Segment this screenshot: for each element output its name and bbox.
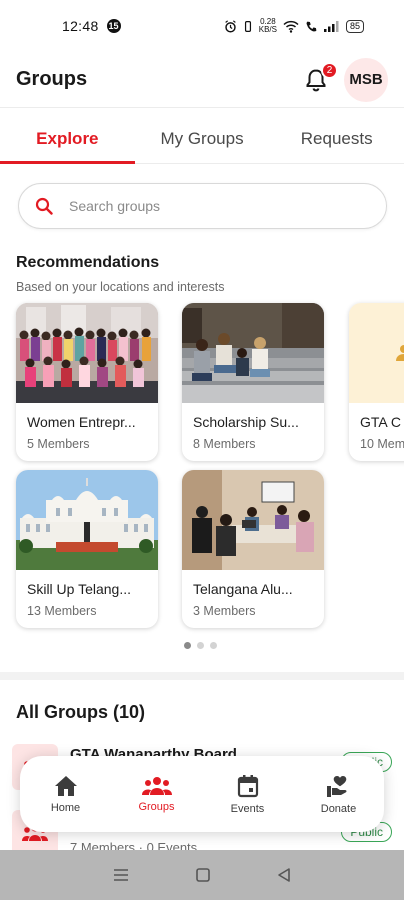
section-divider [0,672,404,680]
group-card-members: 13 Members [27,604,97,618]
groups-icon [141,776,172,795]
calendar-icon [237,774,258,797]
call-icon [306,21,317,31]
back-icon[interactable] [276,867,292,883]
group-card-members: 8 Members [193,437,256,451]
status-icons: 0.28 KB/S 85 [224,18,364,34]
avatar[interactable]: MSB [344,57,388,102]
app-screen: 12:48 15 0.28 KB/S 85 Groups 2 MSB Explo… [0,0,404,900]
students-on-steps-photo [182,303,324,403]
group-card-name: Women Entrepr... [27,414,136,430]
nav-events[interactable]: Events [202,756,293,832]
carousel-dot[interactable] [210,642,217,649]
carousel-dot[interactable] [184,642,191,649]
nav-home[interactable]: Home [20,756,111,832]
nav-home-label: Home [50,801,81,814]
search-bar[interactable] [18,183,387,229]
nav-groups[interactable]: Groups [111,756,202,832]
home-icon [54,775,77,796]
wifi-icon [283,20,299,33]
group-card-scholarship[interactable]: Scholarship Su... 8 Members [182,303,324,461]
tab-my-groups[interactable]: My Groups [135,114,270,163]
vibrate-icon [244,20,251,32]
group-card-women-entrepreneurs[interactable]: Women Entrepr... 5 Members [16,303,158,461]
group-card-name: GTA C [360,414,401,430]
notification-count-icon: 15 [106,19,121,33]
all-groups-title: All Groups (10) [16,702,146,722]
group-card-members: 3 Members [193,604,256,618]
group-card-telangana-alumni[interactable]: Telangana Alu... 3 Members [182,470,324,628]
group-card-gta[interactable]: GTA C 10 Mem [349,303,404,461]
notification-badge: 2 [321,61,338,79]
group-card-name: Skill Up Telang... [27,581,132,597]
government-building-photo [16,470,158,570]
recommendations-subtitle: Based on your locations and interests [16,280,225,294]
recent-apps-icon[interactable] [112,867,130,883]
network-speed-unit: KB/S [258,25,277,34]
group-placeholder-icon [349,303,404,403]
home-button-icon[interactable] [195,867,211,883]
battery-icon: 85 [345,19,364,33]
donate-icon [326,775,347,797]
tab-explore[interactable]: Explore [0,114,135,164]
nav-groups-label: Groups [138,800,175,813]
status-bar: 12:48 15 0.28 KB/S 85 [0,0,404,52]
meeting-room-photo [182,470,324,570]
signal-icon [323,21,339,32]
nav-events-label: Events [230,802,265,815]
network-speed: 0.28 KB/S [259,18,277,34]
group-card-name: Scholarship Su... [193,414,299,430]
system-navigation-bar [0,850,404,900]
nav-donate-label: Donate [320,802,357,815]
group-card-skill-up[interactable]: Skill Up Telang... 13 Members [16,470,158,628]
group-photo-women [16,303,158,403]
carousel-dot[interactable] [197,642,204,649]
status-time: 12:48 [62,18,99,34]
alarm-icon [224,19,236,33]
carousel-indicator [184,642,217,649]
page-title: Groups [16,68,88,90]
group-card-members: 5 Members [27,437,90,451]
tab-requests[interactable]: Requests [269,114,404,163]
tab-bar: Explore My Groups Requests [0,114,404,164]
app-header: Groups 2 MSB [0,52,404,108]
group-card-name: Telangana Alu... [193,581,293,597]
search-icon [35,197,53,215]
search-input[interactable] [69,198,329,214]
notifications-button[interactable]: 2 [300,61,338,96]
bottom-navigation: Home Groups Events Donate [20,756,384,832]
nav-donate[interactable]: Donate [293,756,384,832]
group-card-members: 10 Mem [360,437,404,451]
recommendations-title: Recommendations [16,254,160,271]
